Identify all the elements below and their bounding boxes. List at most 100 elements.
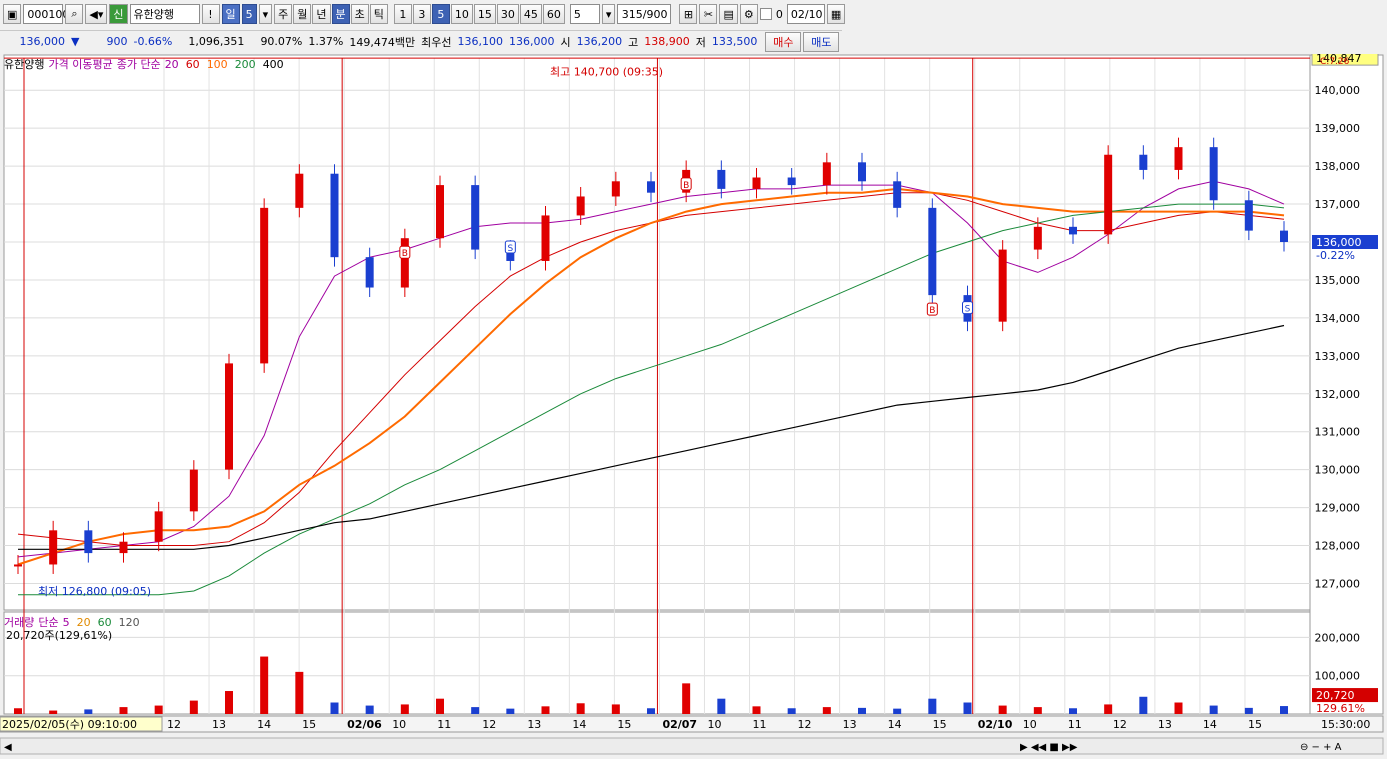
- price-axis-label: 130,000: [1315, 464, 1361, 477]
- gear-icon[interactable]: ⚙: [739, 4, 758, 24]
- interval-button-1[interactable]: 3: [412, 4, 431, 24]
- time-axis-label: 02/10: [978, 718, 1013, 731]
- period-button-3[interactable]: 분: [331, 4, 350, 24]
- time-axis-label: 10: [392, 718, 406, 731]
- time-axis-label: 14: [1203, 718, 1217, 731]
- time-axis-label: 10: [707, 718, 721, 731]
- sell-button[interactable]: 매도: [803, 31, 840, 52]
- interval-button-3[interactable]: 10: [450, 4, 473, 24]
- volume-bar: [471, 707, 480, 714]
- price-tag-percent: -0.22%: [1316, 249, 1355, 262]
- period-button-0[interactable]: 주: [274, 4, 293, 24]
- toolbar: ▣ 000100 ⌕ ◀▾ 신 유한양행 ! 일 5 ▾ 주월년분초틱 1351…: [0, 2, 848, 26]
- time-axis-label: 12: [798, 718, 812, 731]
- price-axis-label: 137,000: [1315, 198, 1361, 211]
- grid-icon[interactable]: ⊞: [679, 4, 698, 24]
- candle-body: [119, 541, 128, 554]
- time-axis-label: 13: [843, 718, 857, 731]
- day-count[interactable]: 5: [241, 4, 257, 24]
- volume-bar: [717, 698, 726, 714]
- bar-count-field[interactable]: 315/900: [617, 4, 672, 24]
- candle-body: [1104, 154, 1113, 235]
- price-axis-label: 138,000: [1315, 160, 1361, 173]
- period-button-2[interactable]: 년: [312, 4, 331, 24]
- volume-current: 20,720주(129,61%): [6, 629, 113, 642]
- time-axis-label: 14: [572, 718, 586, 731]
- period-button-1[interactable]: 월: [293, 4, 312, 24]
- chevron-down-icon[interactable]: ▾: [258, 4, 273, 24]
- speaker-icon[interactable]: ◀▾: [85, 4, 108, 24]
- chevron-down-icon[interactable]: ▾: [601, 4, 616, 24]
- stock-code-input[interactable]: 000100: [23, 4, 69, 24]
- interval-button-5[interactable]: 30: [496, 4, 519, 24]
- period-button-5[interactable]: 틱: [369, 4, 388, 24]
- search-icon[interactable]: ⌕: [65, 4, 84, 24]
- volume-bar: [506, 708, 515, 714]
- down-arrow-icon: ▼: [71, 35, 80, 48]
- candle-body: [717, 169, 726, 189]
- volume-bar: [963, 702, 972, 714]
- time-axis-label: 10: [1023, 718, 1037, 731]
- candle-body: [1244, 200, 1253, 231]
- legend-ma-periods: 20 60 100 200 400: [165, 58, 284, 71]
- high-label: 고: [628, 35, 639, 49]
- price-axis-label: 132,000: [1315, 388, 1361, 401]
- price-axis-label: 127,000: [1315, 577, 1361, 590]
- interval-button-0[interactable]: 1: [393, 4, 412, 24]
- save-icon[interactable]: ▤: [719, 4, 738, 24]
- candle-body: [49, 530, 58, 565]
- volume-bar: [787, 708, 796, 714]
- volume-bar: [14, 708, 22, 714]
- chart-area[interactable]: 140,000 139,000 138,000 137,000 136,000 135,0…: [0, 54, 1387, 759]
- volume-axis-label: 200,000: [1315, 631, 1361, 644]
- lock-checkbox[interactable]: [759, 8, 772, 20]
- interval-buttons: 1 3 5 10 15 30 45 60: [393, 4, 565, 24]
- candle-body: [400, 238, 409, 288]
- price-axis-label: 134,000: [1315, 312, 1361, 325]
- candle-body: [330, 173, 339, 258]
- day-button[interactable]: 일: [221, 4, 240, 24]
- scissors-icon[interactable]: ✂: [699, 4, 718, 24]
- candle-body: [189, 469, 198, 512]
- volume-bar: [1280, 706, 1288, 714]
- volume-ratio: 90.07%: [260, 35, 303, 48]
- period-button-4[interactable]: 초: [350, 4, 369, 24]
- candle-body: [295, 173, 304, 208]
- buy-signal-label: B: [929, 306, 935, 316]
- time-axis-label: 12: [482, 718, 496, 731]
- time-axis-label: 13: [212, 718, 226, 731]
- time-axis-label: 15: [933, 718, 947, 731]
- date-input[interactable]: 02/10: [786, 4, 825, 24]
- interval-button-7[interactable]: 60: [542, 4, 565, 24]
- low-annotation: 최저 126,800 (09:05): [38, 585, 151, 598]
- alert-button[interactable]: !: [201, 4, 220, 24]
- custom-interval-input[interactable]: 5: [569, 4, 600, 24]
- price-axis-label: 129,000: [1315, 502, 1361, 515]
- buy-button[interactable]: 매수: [765, 31, 802, 52]
- open-label: 시: [560, 35, 571, 49]
- stock-name-field[interactable]: 유한양행: [129, 4, 200, 24]
- volume-bar: [1174, 702, 1183, 714]
- time-axis-label: 12: [1113, 718, 1127, 731]
- window-icon[interactable]: ▣: [3, 4, 22, 24]
- price-chart[interactable]: 140,000 139,000 138,000 137,000 136,000 135,0…: [0, 54, 1387, 759]
- volume-bar: [260, 656, 269, 714]
- legend-ma-400: 400: [262, 57, 284, 71]
- high-annotation: 최고 140,700 (09:35): [550, 66, 663, 79]
- volume-bar: [436, 698, 444, 714]
- legend-close-simple: 종가 단순: [116, 58, 161, 71]
- period-buttons: 주월년분초틱: [274, 4, 388, 24]
- interval-button-6[interactable]: 45: [519, 4, 542, 24]
- time-axis-label: 15: [302, 718, 316, 731]
- legend-ma-100: 100: [206, 57, 228, 71]
- volume-bar: [330, 702, 339, 714]
- volume-bar: [84, 709, 93, 714]
- interval-button-2[interactable]: 5: [431, 4, 450, 24]
- calendar-icon[interactable]: ▦: [826, 4, 846, 24]
- price-axis-label: 128,000: [1315, 540, 1361, 553]
- trade-volume: 1,096,351: [188, 35, 245, 48]
- time-axis-label: 14: [888, 718, 902, 731]
- interval-button-4[interactable]: 15: [473, 4, 496, 24]
- candle-body: [1174, 147, 1183, 170]
- horizontal-scrollbar: [0, 737, 1384, 755]
